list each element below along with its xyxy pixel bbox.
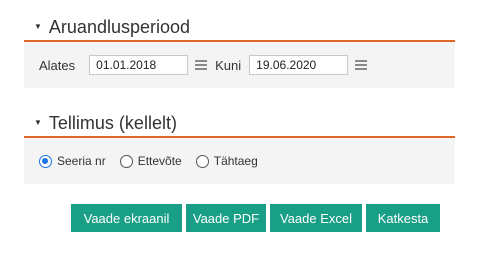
radio-dot-selected[interactable] — [39, 154, 52, 168]
order-section-title: Tellimus (kellelt) — [48, 113, 177, 133]
radio-dot[interactable] — [195, 154, 209, 168]
order-radio-group: Seeria nr Ettevõte Tähtaeg — [24, 138, 455, 184]
report-form: ▼ Aruandlusperiood Alates Kuni ▼ Tellimu… — [0, 0, 489, 261]
calendar-icon[interactable] — [355, 60, 368, 70]
radio-label: Ettevõte — [137, 154, 182, 168]
date-range-row: Alates Kuni — [24, 42, 455, 88]
radio-label: Seeria nr — [57, 154, 106, 168]
period-section-header[interactable]: ▼ Aruandlusperiood — [24, 14, 455, 42]
order-section-body: Seeria nr Ettevõte Tähtaeg — [24, 138, 455, 184]
period-section-title: Aruandlusperiood — [48, 17, 191, 37]
radio-serial-number[interactable]: Seeria nr — [39, 154, 106, 168]
to-label: Kuni — [215, 57, 242, 73]
radio-deadline[interactable]: Tähtaeg — [195, 154, 258, 168]
to-date-input[interactable] — [249, 55, 349, 75]
radio-dot[interactable] — [119, 154, 133, 168]
action-buttons: Vaade ekraanil Vaade PDF Vaade Excel Kat… — [71, 204, 444, 232]
caret-down-icon[interactable]: ▼ — [34, 119, 42, 127]
view-excel-button[interactable]: Vaade Excel — [270, 204, 362, 232]
calendar-icon[interactable] — [195, 60, 208, 70]
caret-down-icon[interactable]: ▼ — [34, 23, 42, 31]
cancel-button[interactable]: Katkesta — [366, 204, 440, 232]
view-pdf-button[interactable]: Vaade PDF — [186, 204, 266, 232]
from-date-input[interactable] — [89, 55, 189, 75]
from-label: Alates — [39, 57, 76, 73]
radio-company[interactable]: Ettevõte — [119, 154, 182, 168]
order-section-header[interactable]: ▼ Tellimus (kellelt) — [24, 110, 455, 138]
view-screen-button[interactable]: Vaade ekraanil — [71, 204, 182, 232]
period-section-body: Alates Kuni — [24, 42, 455, 88]
radio-label: Tähtaeg — [213, 154, 258, 168]
